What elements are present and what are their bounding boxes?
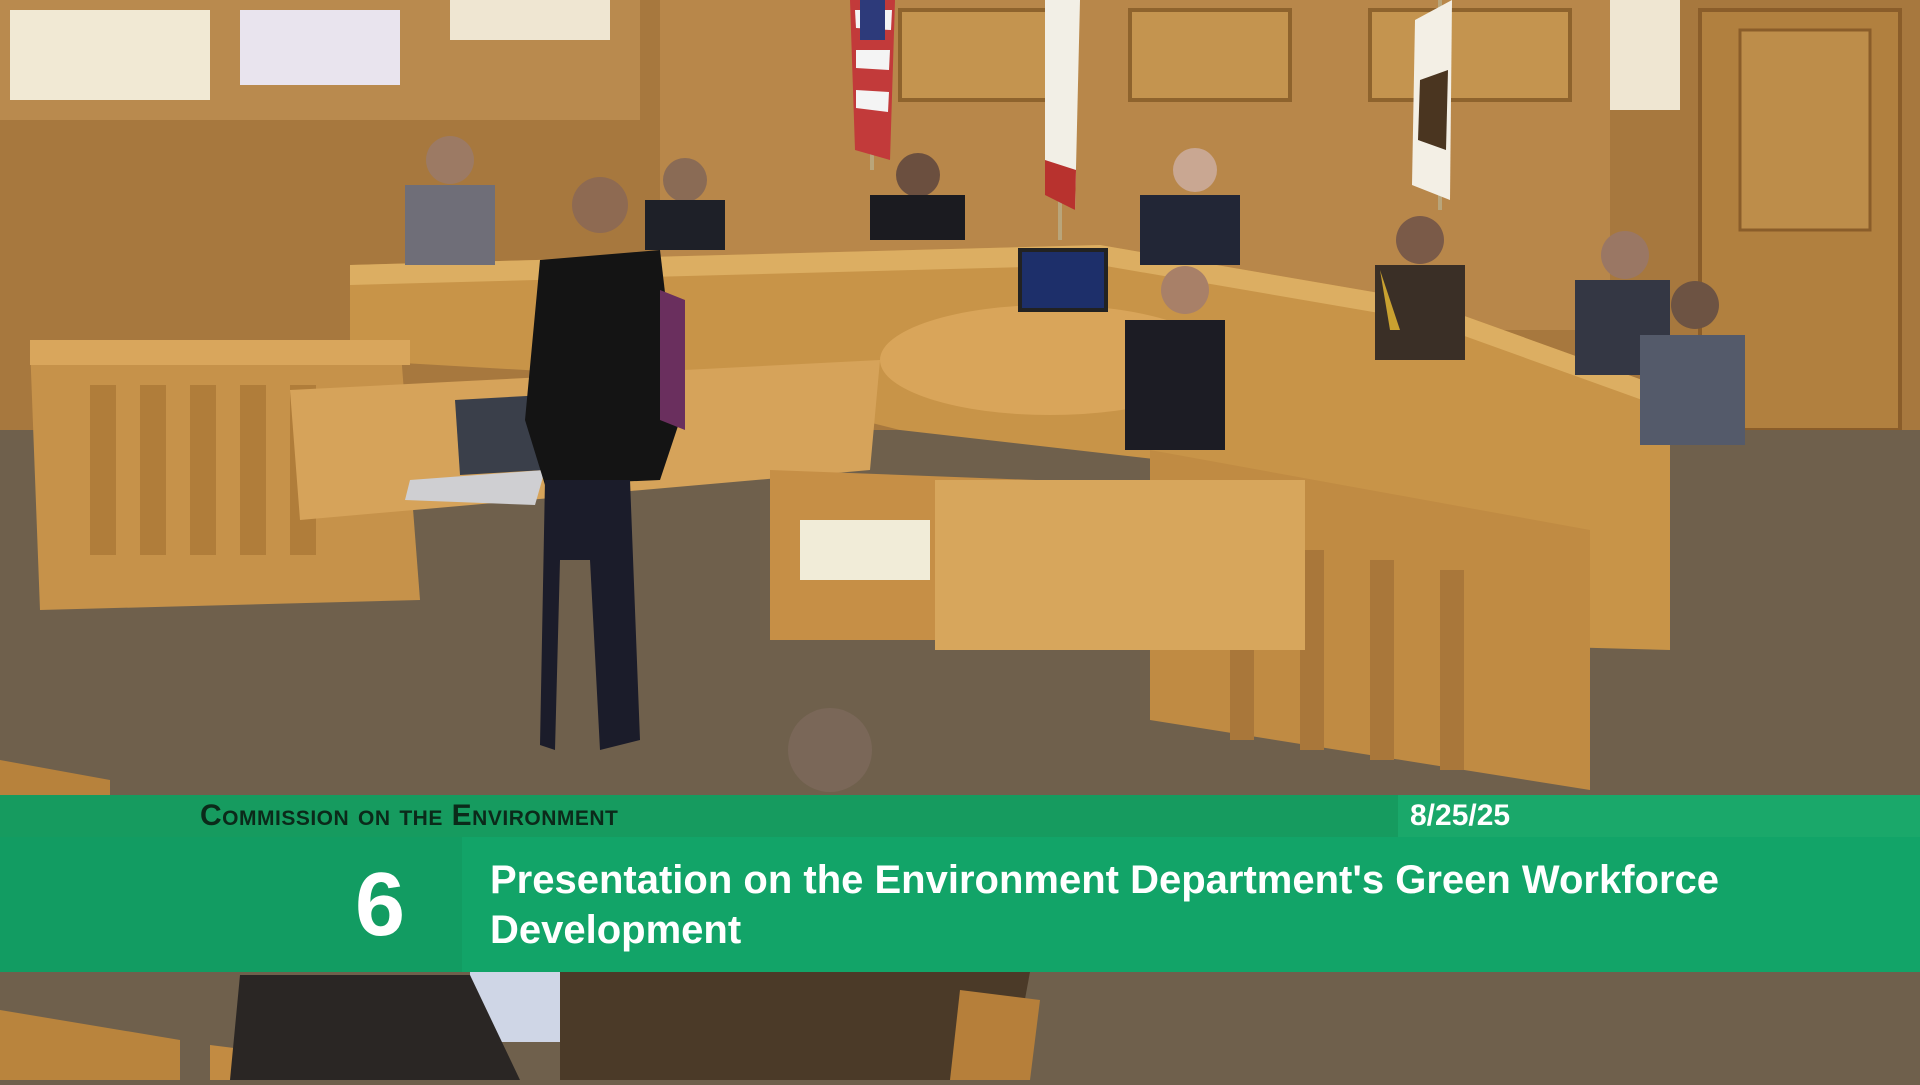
window bbox=[10, 10, 210, 100]
lower-third-caption: Commission on the Environment 8/25/25 6 … bbox=[0, 795, 1920, 972]
san-francisco-flag-icon bbox=[1412, 0, 1452, 210]
meeting-date: 8/25/25 bbox=[1410, 799, 1511, 832]
agenda-item-number: 6 bbox=[355, 855, 406, 955]
window bbox=[240, 10, 400, 85]
agenda-item-title: Presentation on the Environment Departme… bbox=[490, 858, 1720, 952]
us-flag-icon bbox=[850, 0, 895, 170]
commission-title: Commission on the Environment bbox=[200, 799, 619, 832]
monitor bbox=[1018, 248, 1108, 312]
